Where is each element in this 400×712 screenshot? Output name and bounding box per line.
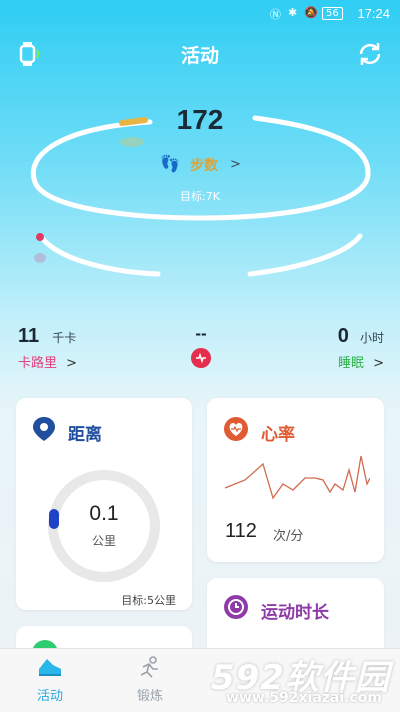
nfc-icon: Ⓝ xyxy=(270,8,281,21)
heart-rate-unit: 次/分 xyxy=(273,529,304,544)
heart-rate-title: 心率 xyxy=(261,425,295,445)
clock: 17:24 xyxy=(357,6,390,21)
tab-activity-label: 活动 xyxy=(36,689,63,704)
calories-label: 卡路里 xyxy=(18,356,58,371)
calories-unit: 千卡 xyxy=(52,331,77,345)
distance-progress-ring xyxy=(48,470,160,582)
footprint-icon: 👣 xyxy=(160,154,180,173)
refresh-icon[interactable] xyxy=(356,40,384,68)
sleep-unit: 小时 xyxy=(359,331,384,345)
sleep-label: 睡眠 xyxy=(337,356,364,371)
status-bar: Ⓝ ✱ 🔕 56 17:24 xyxy=(0,0,400,28)
sleep-metric[interactable]: 0 小时 睡眠 > xyxy=(338,325,384,371)
bluetooth-icon: ✱ xyxy=(288,6,298,19)
duration-card[interactable]: 运动时长 xyxy=(207,578,384,658)
heart-rate-card[interactable]: 心率 112 次/分 xyxy=(207,398,384,562)
center-metric: -- xyxy=(186,324,216,373)
page-title: 活动 xyxy=(180,45,219,67)
location-pin-icon xyxy=(33,417,55,441)
mute-icon: 🔕 xyxy=(304,6,318,19)
runner-icon xyxy=(140,656,158,678)
steps-value: 172 xyxy=(176,104,224,135)
distance-card[interactable]: 距离 0.1 公里 目标:5公里 xyxy=(16,398,192,610)
heart-rate-graph xyxy=(225,455,370,500)
sleep-value: 0 xyxy=(337,325,349,347)
sneaker-icon xyxy=(39,659,61,676)
heart-icon xyxy=(224,417,248,441)
tab-activity[interactable]: 活动 xyxy=(22,655,78,704)
tab-workout[interactable]: 锻炼 xyxy=(122,655,178,704)
calorie-progress-indicator xyxy=(36,233,44,241)
battery-icon: 56 xyxy=(322,7,343,20)
steps-label[interactable]: 步数 xyxy=(190,155,218,175)
battery-level: 56 xyxy=(326,8,339,19)
clock-icon xyxy=(224,595,248,619)
calories-value: 11 xyxy=(18,325,40,347)
tab-workout-label: 锻炼 xyxy=(136,689,163,704)
distance-title: 距离 xyxy=(68,425,102,445)
distance-unit: 公里 xyxy=(91,534,116,548)
distance-value: 0.1 xyxy=(89,502,119,525)
steps-arrow[interactable]: > xyxy=(230,157,241,172)
sleep-arrow: > xyxy=(373,356,384,371)
watermark-url: www.592xiazai.com xyxy=(226,690,382,706)
duration-title: 运动时长 xyxy=(261,603,329,623)
distance-goal: 目标:5公里 xyxy=(121,594,176,607)
calories-metric[interactable]: 11 千卡 卡路里 > xyxy=(18,325,77,371)
header: 活动 xyxy=(0,28,400,80)
steps-goal: 目标:7K xyxy=(180,190,220,203)
center-metric-value: -- xyxy=(195,324,207,343)
calories-arrow: > xyxy=(66,356,78,371)
heart-rate-value: 112 xyxy=(225,520,257,542)
heart-rate-status-icon xyxy=(191,348,211,368)
